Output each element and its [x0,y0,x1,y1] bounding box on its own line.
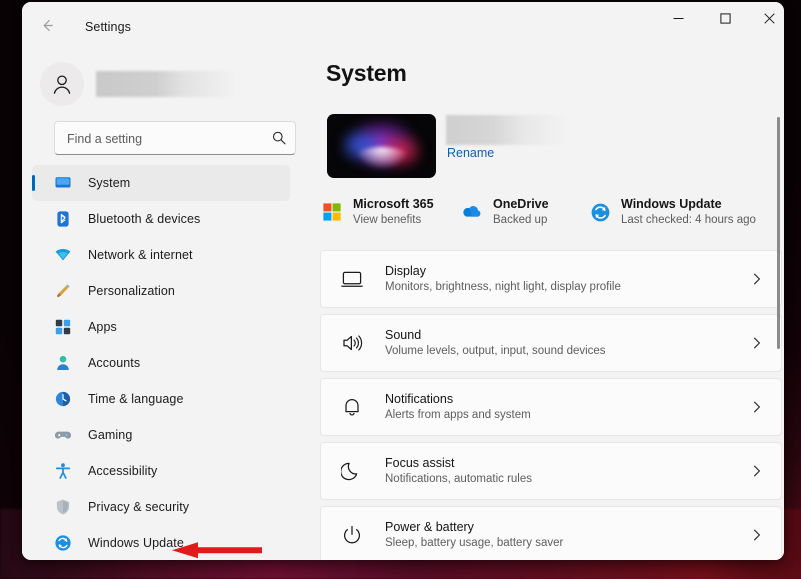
back-arrow-icon[interactable] [32,10,62,40]
setting-row-power-battery[interactable]: Power & battery Sleep, battery usage, ba… [320,506,782,560]
chevron-right-icon [750,464,764,478]
setting-row-display[interactable]: Display Monitors, brightness, night ligh… [320,250,782,308]
sidebar-item-gaming[interactable]: Gaming [32,417,290,453]
sidebar-item-network-internet[interactable]: Network & internet [32,237,290,273]
page-title: System [326,60,407,86]
windows-bloom-wallpaper [327,114,436,178]
network-wifi-icon [52,244,74,266]
status-card-subtitle: Backed up [493,213,548,226]
microsoft-logo-icon [320,200,344,224]
setting-title: Focus assist [385,456,455,470]
sidebar-item-time-language[interactable]: Time & language [32,381,290,417]
content-scrollbar[interactable] [776,109,780,549]
chevron-right-icon [750,528,764,542]
accounts-person-icon [52,352,74,374]
setting-title: Sound [385,328,422,342]
windows-update-icon [588,200,612,224]
paintbrush-icon [52,280,74,302]
account-name-redacted [96,71,238,97]
accessibility-person-icon [52,460,74,482]
setting-row-sound[interactable]: Sound Volume levels, output, input, soun… [320,314,782,372]
status-card-subtitle: Last checked: 4 hours ago [621,213,756,226]
close-icon[interactable] [747,2,784,34]
sidebar-item-label: Accounts [88,356,141,370]
sidebar-item-label: Bluetooth & devices [88,212,201,226]
chevron-right-icon [750,400,764,414]
rename-button[interactable]: Rename [447,146,494,160]
status-card-title: OneDrive [493,196,549,211]
selection-indicator [32,175,35,191]
status-card-windows-update[interactable]: Windows Update Last checked: 4 hours ago [588,192,756,232]
sidebar-item-label: Network & internet [88,248,193,262]
system-monitor-icon [52,172,74,194]
setting-subtitle: Monitors, brightness, night light, displ… [385,281,621,293]
search-icon [271,130,287,146]
status-card-microsoft-365[interactable]: Microsoft 365 View benefits [320,192,434,232]
bell-icon [339,394,365,420]
setting-title: Display [385,264,426,278]
sidebar-item-accounts[interactable]: Accounts [32,345,290,381]
speaker-icon [339,330,365,356]
bloom-crescent [350,147,413,174]
sidebar-item-apps[interactable]: Apps [32,309,290,345]
status-card-title: Windows Update [621,196,722,211]
apps-grid-icon [52,316,74,338]
search-box[interactable] [54,121,296,156]
status-cards: Microsoft 365 View benefits OneDrive Bac… [320,192,780,232]
content-pane: System Rename Microsoft 365 View benefit… [300,47,784,560]
sidebar-item-label: Personalization [88,284,175,298]
sidebar-item-system[interactable]: System [32,165,290,201]
sidebar-item-label: Accessibility [88,464,158,478]
shield-icon [52,496,74,518]
window-title: Settings [85,20,131,34]
gamepad-icon [52,424,74,446]
minimize-icon[interactable] [656,2,700,34]
person-avatar-icon [40,62,84,106]
onedrive-cloud-icon [460,200,484,224]
sidebar-item-accessibility[interactable]: Accessibility [32,453,290,489]
chevron-right-icon [750,272,764,286]
windows-update-icon [52,532,74,554]
settings-window: Settings Find a setting System Bluetooth… [22,2,784,560]
moon-icon [339,458,365,484]
device-name-redacted [446,115,568,145]
setting-title: Power & battery [385,520,474,534]
status-card-subtitle: View benefits [353,213,422,226]
status-card-onedrive[interactable]: OneDrive Backed up [460,192,549,232]
sidebar-item-personalization[interactable]: Personalization [32,273,290,309]
red-arrow-pointing-left [170,541,264,560]
status-card-title: Microsoft 365 [353,196,434,211]
sidebar-item-bluetooth-devices[interactable]: Bluetooth & devices [32,201,290,237]
setting-subtitle: Alerts from apps and system [385,409,531,421]
power-icon [339,522,365,548]
sidebar-nav: System Bluetooth & devices Network & int… [22,165,300,560]
setting-title: Notifications [385,392,454,406]
setting-row-focus-assist[interactable]: Focus assist Notifications, automatic ru… [320,442,782,500]
title-bar: Settings [22,2,784,47]
clock-globe-icon [52,388,74,410]
settings-list: Display Monitors, brightness, night ligh… [320,250,782,560]
sidebar-item-label: Apps [88,320,117,334]
scrollbar-thumb[interactable] [777,117,780,349]
chevron-right-icon [750,336,764,350]
maximize-icon[interactable] [703,2,747,34]
setting-subtitle: Notifications, automatic rules [385,473,533,485]
display-monitor-icon [339,266,365,292]
setting-row-notifications[interactable]: Notifications Alerts from apps and syste… [320,378,782,436]
sidebar-item-label: System [88,176,131,190]
search-input[interactable] [65,122,269,156]
setting-subtitle: Sleep, battery usage, battery saver [385,537,564,549]
sidebar-item-label: Gaming [88,428,133,442]
sidebar: System Bluetooth & devices [22,47,300,560]
bluetooth-icon [52,208,74,230]
sidebar-item-label: Time & language [88,392,184,406]
sidebar-item-privacy-security[interactable]: Privacy & security [32,489,290,525]
account-block[interactable] [40,59,280,111]
setting-subtitle: Volume levels, output, input, sound devi… [385,345,606,357]
sidebar-item-label: Privacy & security [88,500,190,514]
